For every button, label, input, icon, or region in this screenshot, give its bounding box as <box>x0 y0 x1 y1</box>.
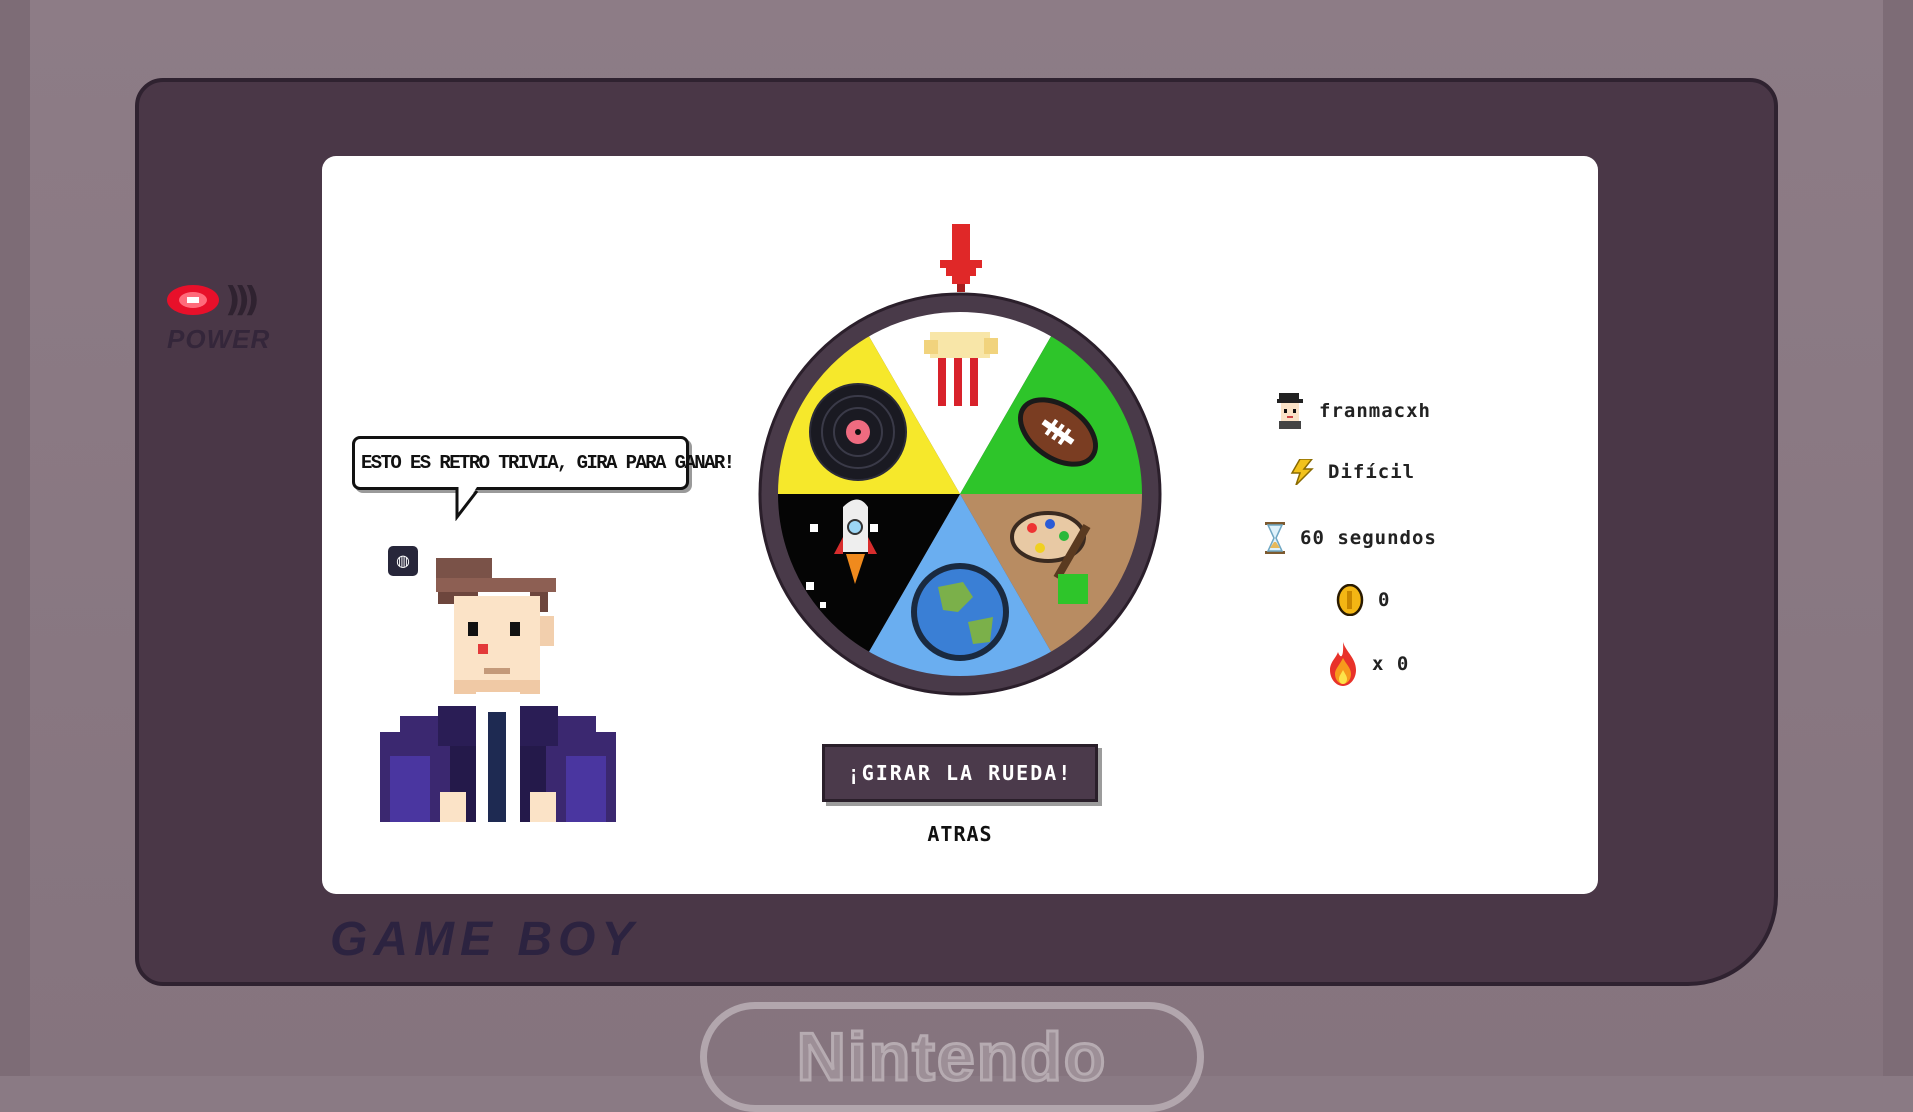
spin-wheel-button[interactable]: ¡GIRAR LA RUEDA! <box>822 744 1098 802</box>
stat-streak: x 0 <box>1328 642 1409 686</box>
username-text: franmacxh <box>1319 400 1431 422</box>
speech-bubble-tail <box>455 487 479 521</box>
category-wheel[interactable] <box>758 292 1162 696</box>
gameboy-label: GAME BOY <box>330 913 640 966</box>
streak-text: x 0 <box>1372 653 1410 675</box>
vinyl-record-icon <box>809 383 907 481</box>
stat-time: 60 segundos <box>1264 522 1437 554</box>
console-edge-left <box>0 0 30 1076</box>
power-indicator: ))) POWER <box>165 280 315 360</box>
console-edge-right <box>1883 0 1913 1076</box>
power-led-icon <box>167 285 219 315</box>
power-label: POWER <box>167 324 271 354</box>
hourglass-icon <box>1265 522 1285 554</box>
time-text: 60 segundos <box>1300 527 1437 549</box>
host-character-avatar <box>380 558 616 822</box>
fire-streak-icon <box>1330 642 1356 686</box>
speech-text: ESTO ES RETRO TRIVIA, GIRA PARA GANAR! <box>361 452 735 474</box>
coins-text: 0 <box>1378 589 1391 611</box>
speech-bubble: ESTO ES RETRO TRIVIA, GIRA PARA GANAR! <box>352 436 735 490</box>
stat-coins: 0 <box>1336 584 1390 616</box>
back-link[interactable]: ATRAS <box>860 822 1060 846</box>
stat-username: franmacxh <box>1275 393 1431 429</box>
stat-difficulty: Difícil <box>1290 459 1415 485</box>
user-avatar-icon <box>1277 393 1303 429</box>
lightning-icon <box>1290 459 1314 485</box>
wheel-pointer-arrow-icon <box>940 224 982 292</box>
nintendo-logo-text: Nintendo <box>795 1018 1108 1097</box>
nintendo-logo: Nintendo <box>700 1002 1204 1112</box>
coin-icon <box>1336 584 1364 616</box>
difficulty-text: Difícil <box>1328 461 1416 483</box>
power-waves-icon: ))) <box>225 280 260 320</box>
earth-globe-icon <box>911 563 1009 661</box>
